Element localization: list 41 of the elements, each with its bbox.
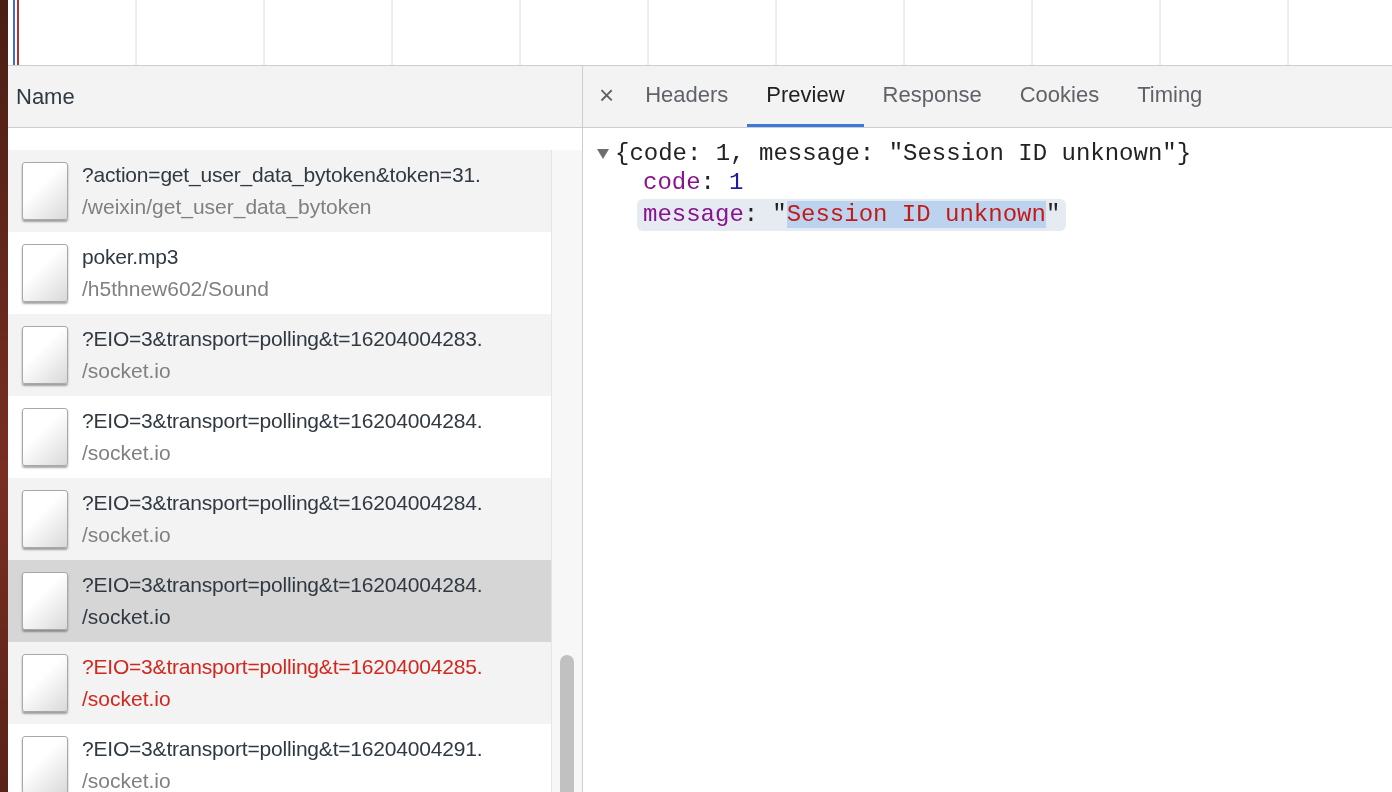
selected-property[interactable]: message: "Session ID unknown" — [637, 199, 1067, 231]
request-path: /socket.io — [82, 687, 172, 711]
file-icon — [22, 326, 68, 384]
request-name: ?EIO=3&transport=polling&t=16204004291. — [82, 737, 483, 761]
file-icon — [22, 572, 68, 630]
property-line[interactable]: code: 1 — [643, 167, 744, 199]
tab[interactable]: Cookies — [1000, 66, 1119, 127]
request-path: /h5thnew602/Sound — [82, 277, 269, 301]
request-row[interactable]: ?EIO=3&transport=polling&t=16204004283. /socket.io — [8, 314, 552, 396]
file-icon — [22, 244, 68, 302]
file-icon — [22, 736, 68, 792]
request-name: ?EIO=3&transport=polling&t=16204004285. — [82, 655, 483, 679]
request-name: ?EIO=3&transport=polling&t=16204004283. — [82, 327, 483, 351]
request-path: /socket.io — [82, 769, 172, 792]
request-row[interactable]: ?action=get_user_data_bytoken&token=31. /weixin/get_user_data_bytoken — [8, 150, 552, 232]
request-path: /socket.io — [82, 359, 172, 383]
close-button[interactable]: × — [595, 66, 627, 127]
request-row[interactable]: ?EIO=3&transport=polling&t=16204004285. /socket.io — [8, 642, 552, 724]
request-name: poker.mp3 — [82, 245, 180, 269]
file-icon — [22, 162, 68, 220]
column-header[interactable]: Name — [16, 83, 75, 110]
object-summary: {code: 1, message: "Session ID unknown"} — [615, 140, 1192, 167]
request-path: /weixin/get_user_data_bytoken — [82, 195, 373, 219]
request-row[interactable]: ?EIO=3&transport=polling&t=16204004284. /socket.io — [8, 560, 552, 642]
file-icon — [22, 408, 68, 466]
request-name: ?EIO=3&transport=polling&t=16204004284. — [82, 491, 483, 515]
request-path: /socket.io — [82, 605, 172, 629]
tab[interactable]: Preview — [747, 66, 864, 127]
request-row[interactable]: ?EIO=3&transport=polling&t=16204004284. /socket.io — [8, 478, 552, 560]
tab[interactable]: Response — [863, 66, 1001, 127]
request-name: ?action=get_user_data_bytoken&token=31. — [82, 163, 481, 187]
file-icon — [22, 490, 68, 548]
expand-triangle-icon[interactable] — [597, 148, 609, 159]
scrollbar-thumb[interactable] — [560, 655, 575, 792]
tab[interactable]: Timing — [1118, 66, 1222, 127]
request-path: /socket.io — [82, 523, 172, 547]
file-icon — [22, 654, 68, 712]
request-name: ?EIO=3&transport=polling&t=16204004284. — [82, 409, 483, 433]
request-path: /socket.io — [82, 441, 172, 465]
request-name: ?EIO=3&transport=polling&t=16204004284. — [82, 573, 483, 597]
tab[interactable]: Headers — [626, 66, 748, 127]
